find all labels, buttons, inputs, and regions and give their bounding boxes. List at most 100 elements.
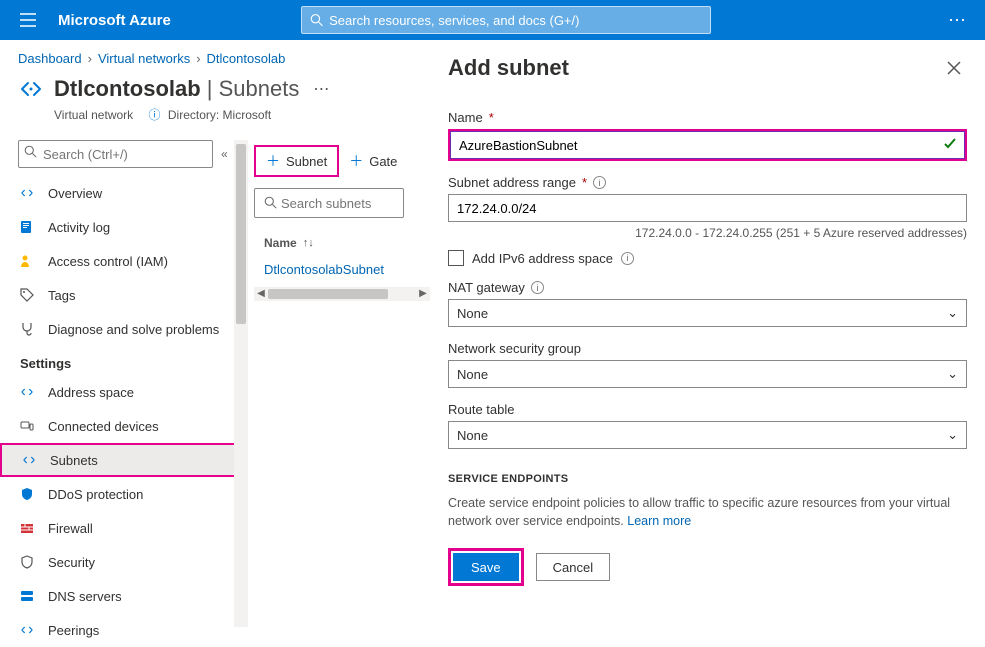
info-icon[interactable]: i xyxy=(621,252,634,265)
address-hint: 172.24.0.0 - 172.24.0.255 (251 + 5 Azure… xyxy=(448,226,967,240)
breadcrumb-dashboard[interactable]: Dashboard xyxy=(18,51,82,66)
cancel-button[interactable]: Cancel xyxy=(536,553,610,581)
sidenav-search-input[interactable] xyxy=(18,140,213,168)
sidenav-scrollbar[interactable] xyxy=(234,140,248,627)
sidenav-item-label: Security xyxy=(48,555,95,570)
chevron-right-icon: › xyxy=(88,51,92,66)
collapse-sidenav-button[interactable]: « xyxy=(221,147,228,161)
blade-title: Add subnet xyxy=(448,55,569,81)
dropdown-value: None xyxy=(457,306,488,321)
close-icon xyxy=(947,61,961,75)
vnet-icon xyxy=(20,385,38,399)
sidenav-item-connected-devices[interactable]: Connected devices xyxy=(0,409,248,443)
sidenav: « Overview Activity log Access control (… xyxy=(0,140,248,627)
search-icon xyxy=(24,145,37,158)
iam-icon xyxy=(20,254,38,268)
breadcrumb-vnets[interactable]: Virtual networks xyxy=(98,51,190,66)
blade-actions: Save Cancel xyxy=(448,548,967,586)
vnet-icon xyxy=(18,76,44,102)
sidenav-item-label: Address space xyxy=(48,385,134,400)
brand-label: Microsoft Azure xyxy=(58,12,171,29)
diagnose-icon xyxy=(20,322,38,336)
add-gateway-subnet-button[interactable]: ＋ Gate xyxy=(339,145,407,177)
scrollbar-thumb[interactable] xyxy=(236,144,246,324)
breadcrumb-resource[interactable]: Dtlcontosolab xyxy=(207,51,286,66)
sidenav-item-dns[interactable]: DNS servers xyxy=(0,579,248,613)
page-more-button[interactable]: ⋯ xyxy=(313,79,329,99)
learn-more-link[interactable]: Learn more xyxy=(627,514,691,528)
info-icon: ⓘ xyxy=(149,108,161,122)
sidenav-item-iam[interactable]: Access control (IAM) xyxy=(0,244,248,278)
name-field-label: Name* xyxy=(448,110,967,125)
sidenav-item-overview[interactable]: Overview xyxy=(0,176,248,210)
save-button[interactable]: Save xyxy=(453,553,519,581)
subnet-name-input[interactable] xyxy=(450,131,965,159)
hscrollbar[interactable]: ◀ ▶ xyxy=(254,287,430,301)
dropdown-value: None xyxy=(457,367,488,382)
service-endpoints-desc: Create service endpoint policies to allo… xyxy=(448,495,967,530)
add-subnet-button[interactable]: ＋ Subnet xyxy=(254,145,339,177)
ipv6-label: Add IPv6 address space xyxy=(472,251,613,266)
scrollbar-thumb[interactable] xyxy=(268,289,388,299)
button-label: Subnet xyxy=(286,154,327,169)
sidenav-item-firewall[interactable]: Firewall xyxy=(0,511,248,545)
sidenav-item-activity-log[interactable]: Activity log xyxy=(0,210,248,244)
sidenav-item-label: Overview xyxy=(48,186,102,201)
page-subtitle: Virtual network ⓘ Directory: Microsoft xyxy=(0,106,430,133)
sidenav-item-peerings[interactable]: Peerings xyxy=(0,613,248,647)
nat-gateway-dropdown[interactable]: None ⌄ xyxy=(448,299,967,327)
nat-field-label: NAT gateway i xyxy=(448,280,967,295)
sidenav-item-diagnose[interactable]: Diagnose and solve problems xyxy=(0,312,248,346)
shield-icon xyxy=(20,487,38,501)
route-table-dropdown[interactable]: None ⌄ xyxy=(448,421,967,449)
chevron-down-icon: ⌄ xyxy=(947,305,958,321)
service-endpoints-heading: SERVICE ENDPOINTS xyxy=(448,473,967,485)
sidenav-group-settings: Settings xyxy=(0,346,248,375)
page-title: Dtlcontosolab | Subnets xyxy=(54,76,299,102)
security-icon xyxy=(20,555,38,569)
table-row[interactable]: DtlcontosolabSubnet xyxy=(248,256,430,285)
global-search-input[interactable] xyxy=(329,13,702,28)
nsg-dropdown[interactable]: None ⌄ xyxy=(448,360,967,388)
plus-icon: ＋ xyxy=(349,151,363,171)
subnet-list-panel: ＋ Subnet ＋ Gate Name ↑↓ xyxy=(248,140,430,627)
info-icon[interactable]: i xyxy=(531,281,544,294)
search-icon xyxy=(264,196,277,209)
devices-icon xyxy=(20,419,38,433)
right-column: Add subnet Name* Subnet address range* xyxy=(430,40,985,627)
addr-field-label: Subnet address range* i xyxy=(448,175,967,190)
sidenav-item-label: Subnets xyxy=(50,453,98,468)
sidenav-item-label: Diagnose and solve problems xyxy=(48,322,219,337)
sidenav-item-subnets[interactable]: Subnets xyxy=(0,443,248,477)
vnet-icon xyxy=(22,453,40,467)
peerings-icon xyxy=(20,623,38,637)
sidenav-item-label: Connected devices xyxy=(48,419,159,434)
chevron-down-icon: ⌄ xyxy=(947,366,958,382)
sidenav-item-label: Access control (IAM) xyxy=(48,254,168,269)
subnet-link[interactable]: DtlcontosolabSubnet xyxy=(264,262,384,277)
sort-icon: ↑↓ xyxy=(303,237,314,249)
topbar-more-button[interactable]: ⋯ xyxy=(937,10,977,31)
close-blade-button[interactable] xyxy=(941,55,967,81)
sidenav-item-label: Firewall xyxy=(48,521,93,536)
search-icon xyxy=(310,13,323,27)
sidenav-item-address-space[interactable]: Address space xyxy=(0,375,248,409)
scroll-left-icon[interactable]: ◀ xyxy=(254,287,268,301)
nsg-field-label: Network security group xyxy=(448,341,967,356)
scroll-right-icon[interactable]: ▶ xyxy=(416,287,430,301)
subnet-address-input[interactable] xyxy=(448,194,967,222)
ipv6-checkbox[interactable] xyxy=(448,250,464,266)
dns-icon xyxy=(20,589,38,603)
log-icon xyxy=(20,220,38,234)
subnet-toolbar: ＋ Subnet ＋ Gate xyxy=(248,140,430,182)
sidenav-item-ddos[interactable]: DDoS protection xyxy=(0,477,248,511)
table-header[interactable]: Name ↑↓ xyxy=(248,218,430,256)
global-search[interactable] xyxy=(301,6,711,34)
hamburger-menu[interactable] xyxy=(8,13,48,27)
ipv6-checkbox-row[interactable]: Add IPv6 address space i xyxy=(448,250,967,266)
sidenav-item-security[interactable]: Security xyxy=(0,545,248,579)
page-title-bar: Dtlcontosolab | Subnets ⋯ xyxy=(0,70,430,106)
sidenav-item-tags[interactable]: Tags xyxy=(0,278,248,312)
info-icon[interactable]: i xyxy=(593,176,606,189)
dropdown-value: None xyxy=(457,428,488,443)
